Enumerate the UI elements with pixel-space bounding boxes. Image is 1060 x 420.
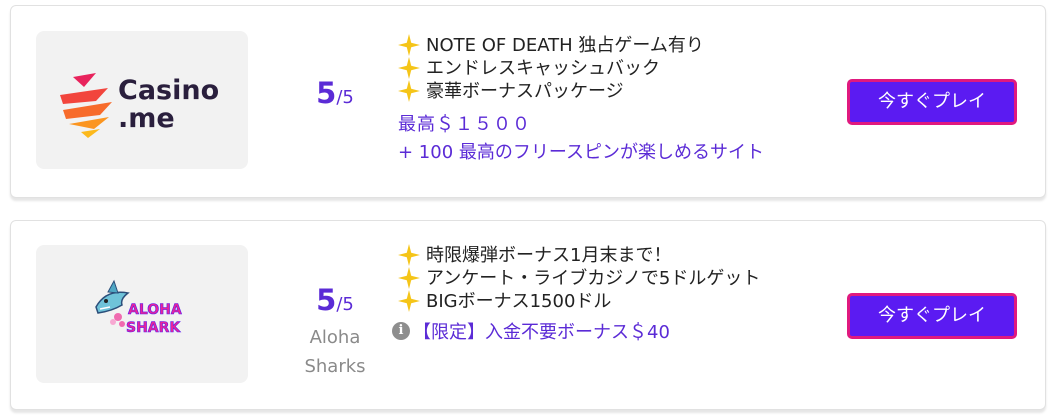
rating: 5/5 Aloha Sharks [279,283,391,381]
feature-item: NOTE OF DEATH 独占ゲーム有り [398,34,768,57]
sparkle-star-icon [398,244,420,266]
casino-name-line1: Aloha [309,327,361,348]
play-now-button[interactable]: 今すぐプレイ [847,293,1017,339]
feature-item: アンケート・ライブカジノで5ドルゲット [398,267,768,290]
feature-list: NOTE OF DEATH 独占ゲーム有り エンドレスキャッシュバック 豪華ボー… [398,34,768,165]
feature-item: BIGボーナス1500ドル [398,290,768,313]
casino-name-line2: Sharks [304,356,366,377]
casino-offer-card: Casino .me 5/5 NOTE OF DEATH 独占ゲーム有り エンド… [10,5,1046,198]
feature-item: 豪華ボーナスパッケージ [398,80,768,103]
logo-text-line1: Casino [118,75,219,106]
feature-item: エンドレスキャッシュバック [398,57,768,80]
bonus-row: i 【限定】入金不要ボーナス＄40 [392,321,768,345]
logo-text-line2: .me [118,103,175,134]
aloha-shark-logo-image: ALOHA SHARK [95,279,182,336]
sparkle-star-icon [398,34,420,56]
sparkle-star-icon [398,80,420,102]
casino-logo-casino-me[interactable]: Casino .me [36,31,248,169]
rating: 5/5 [279,76,391,110]
play-now-button[interactable]: 今すぐプレイ [847,79,1017,125]
casino-name: Aloha Sharks [279,323,391,381]
bonus-amount: 最高＄１５００ [398,114,531,135]
casino-me-logo-image: Casino .me [60,73,219,138]
sparkle-star-icon [398,267,420,289]
feature-item: 時限爆弾ボーナス1月末まで！ [398,244,768,267]
bonus-freespins: + 100 最高のフリースピンが楽しめるサイト [398,142,764,163]
feature-text: アンケート・ライブカジノで5ドルゲット [426,268,761,289]
rating-outof: /5 [336,87,354,108]
feature-list: 時限爆弾ボーナス1月末まで！ アンケート・ライブカジノで5ドルゲット BIGボー… [392,244,768,345]
info-icon[interactable]: i [392,322,410,340]
feature-text: 時限爆弾ボーナス1月末まで！ [426,245,672,266]
sparkle-star-icon [398,57,420,79]
sparkle-star-icon [398,290,420,312]
feature-text: エンドレスキャッシュバック [426,58,660,79]
bonus-no-deposit: 【限定】入金不要ボーナス＄40 [413,322,670,343]
logo-text-line1: ALOHA [128,302,182,318]
feature-text: 豪華ボーナスパッケージ [426,81,624,102]
casino-offer-card: ALOHA SHARK 5/5 Aloha Sharks 時限爆弾ボーナス1月末… [10,220,1046,410]
rating-outof: /5 [336,294,354,315]
casino-logo-aloha-shark[interactable]: ALOHA SHARK [36,245,248,383]
rating-score: 5 [316,76,337,110]
rating-score: 5 [316,283,337,317]
feature-text: BIGボーナス1500ドル [426,291,612,312]
logo-text-line2: SHARK [126,320,181,336]
feature-text: NOTE OF DEATH 独占ゲーム有り [426,35,704,56]
